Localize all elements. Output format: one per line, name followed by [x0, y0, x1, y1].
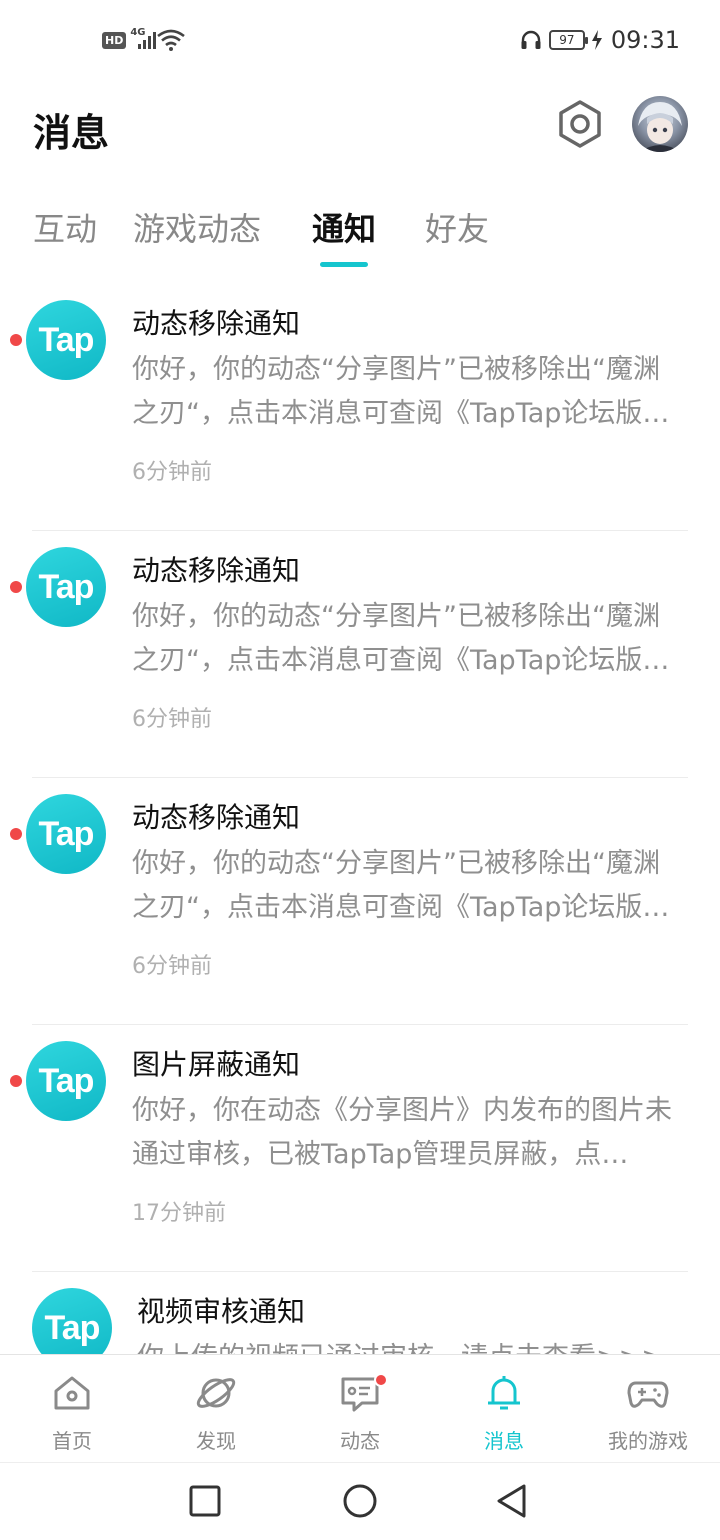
bottom-nav: 首页 发现 动态 消息 我的游戏	[0, 1354, 720, 1462]
taptap-logo: Tap	[26, 794, 106, 874]
nav-label: 首页	[52, 1429, 92, 1453]
message-time: 6分钟前	[132, 460, 212, 485]
taptap-logo: Tap	[26, 300, 106, 380]
taptap-logo: Tap	[32, 1288, 112, 1354]
message-item[interactable]: Tap 动态移除通知 你好，你的动态“分享图片”已被移除出“魔渊之刃“，点击本消…	[0, 778, 720, 1025]
status-left: HD 4G	[102, 27, 186, 52]
unread-dot	[10, 581, 22, 593]
hexagon-settings-icon	[559, 100, 601, 148]
headphone-icon	[521, 30, 541, 49]
avatar[interactable]	[632, 96, 688, 152]
message-title: 图片屏蔽通知	[132, 1048, 301, 1081]
charging-icon	[591, 30, 602, 50]
signal-icon: 4G	[130, 27, 157, 51]
user-avatar-image	[638, 102, 682, 152]
hd-badge: HD	[102, 31, 127, 49]
message-list[interactable]: Tap 动态移除通知 你好，你的动态“分享图片”已被移除出“魔渊之刃“，点击本消…	[0, 284, 720, 1354]
nav-label: 发现	[196, 1429, 236, 1453]
message-item[interactable]: Tap 动态移除通知 你好，你的动态“分享图片”已被移除出“魔渊之刃“，点击本消…	[0, 284, 720, 531]
message-item[interactable]: Tap 视频审核通知 你上传的视频已通过审核，请点击查看>>>	[0, 1272, 720, 1354]
home-icon	[54, 1376, 90, 1410]
message-body: 你上传的视频已通过审核，请点击查看>>>	[137, 1336, 689, 1354]
active-tab-indicator	[320, 262, 368, 267]
planet-icon	[196, 1378, 236, 1408]
message-body: 你好，你的动态“分享图片”已被移除出“魔渊之刃“，点击本消息可查阅《TapTap…	[132, 601, 670, 676]
clock: 09:31	[610, 26, 680, 54]
wifi-icon	[157, 29, 186, 51]
message-title: 动态移除通知	[132, 554, 301, 587]
unread-dot	[10, 334, 22, 346]
tab-bar: 互动 游戏动态 通知 好友	[0, 196, 720, 276]
system-nav-bar	[0, 1462, 720, 1540]
nav-my-games[interactable]: 我的游戏	[576, 1355, 720, 1463]
nav-discover[interactable]: 发现	[144, 1355, 288, 1463]
message-item[interactable]: Tap 图片屏蔽通知 你好，你在动态《分享图片》内发布的图片未通过审核，已被Ta…	[0, 1025, 720, 1272]
message-time: 17分钟前	[132, 1201, 226, 1226]
message-title: 动态移除通知	[132, 801, 301, 834]
page-title: 消息	[33, 111, 110, 155]
nav-feed[interactable]: 动态	[288, 1355, 432, 1463]
message-body: 你好，你在动态《分享图片》内发布的图片未通过审核，已被TapTap管理员屏蔽，点…	[132, 1095, 672, 1170]
page-header: 消息	[0, 90, 720, 170]
recents-square-icon[interactable]	[187, 1483, 223, 1519]
gamepad-icon	[627, 1381, 669, 1408]
nav-home[interactable]: 首页	[0, 1355, 144, 1463]
nav-label: 动态	[340, 1429, 380, 1453]
unread-dot	[10, 828, 22, 840]
taptap-logo: Tap	[26, 547, 106, 627]
message-body: 你好，你的动态“分享图片”已被移除出“魔渊之刃“，点击本消息可查阅《TapTap…	[132, 354, 670, 429]
nav-label: 我的游戏	[608, 1429, 688, 1453]
taptap-logo: Tap	[26, 1041, 106, 1121]
tab-friends[interactable]: 好友	[425, 204, 489, 250]
status-right: 97 09:31	[519, 26, 680, 54]
home-circle-icon[interactable]	[342, 1483, 378, 1519]
back-triangle-icon[interactable]	[494, 1483, 530, 1519]
message-title: 视频审核通知	[137, 1295, 306, 1328]
bell-icon	[488, 1376, 520, 1410]
nav-messages[interactable]: 消息	[432, 1355, 576, 1463]
message-time: 6分钟前	[132, 707, 212, 732]
message-body: 你好，你的动态“分享图片”已被移除出“魔渊之刃“，点击本消息可查阅《TapTap…	[132, 848, 670, 923]
message-title: 动态移除通知	[132, 307, 301, 340]
message-item[interactable]: Tap 动态移除通知 你好，你的动态“分享图片”已被移除出“魔渊之刃“，点击本消…	[0, 531, 720, 778]
settings-button[interactable]	[554, 98, 606, 150]
tab-game-updates[interactable]: 游戏动态	[133, 204, 261, 250]
unread-dot	[10, 1075, 22, 1087]
feed-badge-dot	[374, 1373, 388, 1387]
tab-interaction[interactable]: 互动	[33, 204, 97, 250]
status-bar: HD 4G 97 09:31	[0, 0, 720, 84]
message-time: 6分钟前	[132, 954, 212, 979]
nav-label: 消息	[484, 1429, 524, 1453]
tab-notifications[interactable]: 通知	[312, 204, 376, 250]
battery-icon: 97	[548, 30, 588, 50]
